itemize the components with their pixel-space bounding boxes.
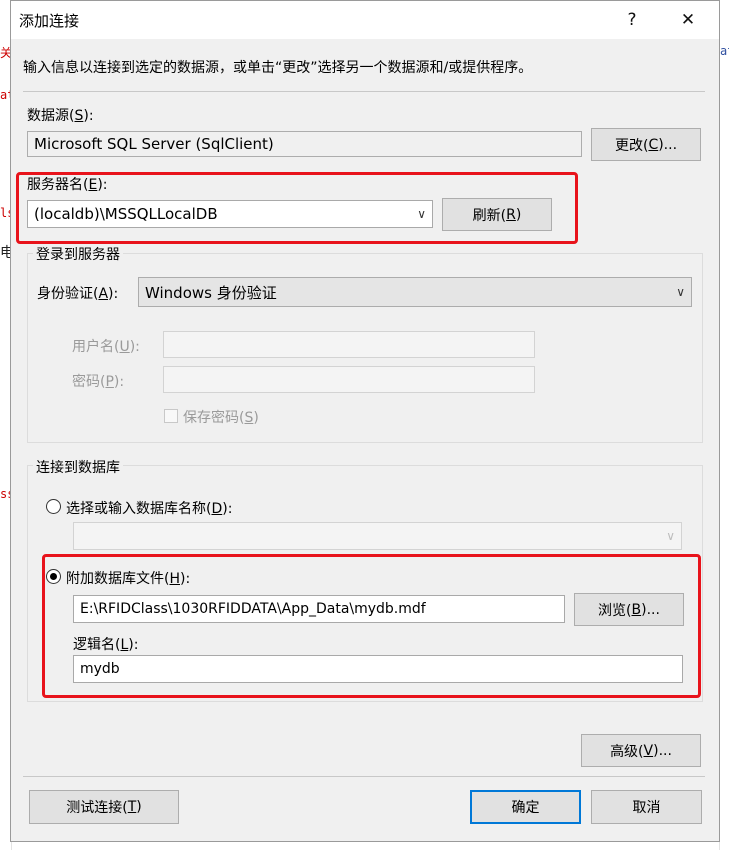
- background-window-right: [719, 0, 729, 850]
- save-password-label: 保存密码(S): [183, 410, 259, 426]
- highlight-server-box: [16, 172, 578, 244]
- cancel-button[interactable]: 取消: [591, 790, 702, 824]
- username-input[interactable]: [163, 331, 535, 358]
- select-database-label: 选择或输入数据库名称(D):: [66, 501, 233, 517]
- dialog-description: 输入信息以连接到选定的数据源，或单击“更改”选择另一个数据源和/或提供程序。: [23, 60, 533, 76]
- background-fragment: at: [720, 44, 729, 58]
- change-data-source-button[interactable]: 更改(C)...: [591, 128, 701, 161]
- close-button[interactable]: ✕: [665, 1, 711, 39]
- dialog-title: 添加连接: [19, 12, 80, 30]
- chevron-down-icon[interactable]: ∨: [666, 529, 675, 543]
- divider: [23, 776, 705, 777]
- close-icon: ✕: [680, 10, 696, 30]
- chevron-down-icon[interactable]: ∨: [676, 285, 685, 299]
- database-name-combo[interactable]: ∨: [73, 522, 682, 550]
- login-group-title: 登录到服务器: [33, 244, 123, 264]
- highlight-attach-box: [42, 554, 701, 698]
- ok-button[interactable]: 确定: [470, 790, 581, 824]
- password-label: 密码(P):: [72, 374, 125, 390]
- add-connection-dialog: 添加连接 ? ✕ 输入信息以连接到选定的数据源，或单击“更改”选择另一个数据源和…: [10, 0, 720, 842]
- divider: [23, 91, 705, 92]
- password-input[interactable]: [163, 366, 535, 393]
- data-source-field: Microsoft SQL Server (SqlClient): [27, 131, 582, 157]
- save-password-checkbox[interactable]: [164, 409, 178, 423]
- test-connection-button[interactable]: 测试连接(T): [29, 790, 179, 824]
- data-source-label: 数据源(S):: [27, 108, 94, 124]
- advanced-button[interactable]: 高级(V)...: [581, 734, 701, 767]
- title-bar: 添加连接 ? ✕: [11, 1, 719, 39]
- auth-label: 身份验证(A):: [37, 286, 119, 302]
- auth-combo[interactable]: Windows 身份验证 ∨: [138, 277, 692, 307]
- help-icon: ?: [627, 10, 637, 30]
- select-database-radio[interactable]: [46, 499, 61, 514]
- username-label: 用户名(U):: [72, 339, 140, 355]
- auth-value: Windows 身份验证: [145, 283, 277, 302]
- database-group-title: 连接到数据库: [33, 457, 123, 477]
- help-button[interactable]: ?: [609, 1, 655, 39]
